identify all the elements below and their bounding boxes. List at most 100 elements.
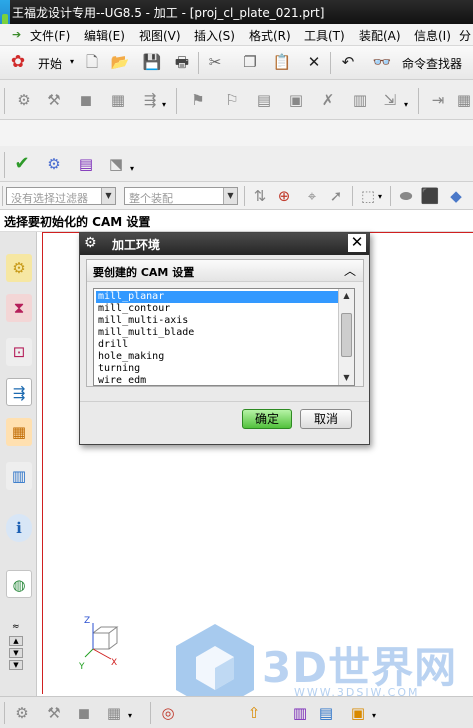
machine-tool-icon[interactable]: ⚙ [44,154,64,174]
list-item[interactable]: turning [96,363,338,375]
method-group-icon[interactable]: ▦ [104,703,124,723]
chevron-down-icon[interactable]: ▾ [378,192,382,201]
scroll-thumb[interactable] [341,313,352,357]
reuse-library-tab[interactable]: ▦ [6,418,32,446]
geometry-view-icon[interactable]: ⬔ [106,154,126,174]
assembly-navigator-tab[interactable]: ⇶ [6,378,32,406]
position-icon[interactable]: ⇧ [244,703,264,723]
chevron-down-icon[interactable]: ▾ [372,711,376,720]
menu-format[interactable]: 格式(R) [249,27,291,44]
roles-tab[interactable]: ▥ [6,462,32,490]
generate-path-icon[interactable]: ⚑ [188,90,208,110]
menu-information[interactable]: 信息(I) [414,27,451,44]
cube-view-icon[interactable]: ◆ [446,186,466,206]
create-operation-icon[interactable]: ⇶ [140,90,160,110]
verify-path-icon[interactable]: ▣ [286,90,306,110]
web-browser-tab[interactable]: ℹ [6,514,32,542]
gear-icon[interactable]: ⚙ [84,235,97,251]
command-finder-label: 命令查找器 [402,57,463,71]
menu-tools[interactable]: 工具(T) [304,27,345,44]
scope-combo[interactable]: 整个装配 ▼ [124,187,238,205]
rectangle-select-icon[interactable]: ⬚ [358,186,378,206]
scroll-end-icon[interactable]: ▼ [9,660,23,670]
list-item[interactable]: drill [96,339,338,351]
create-program-icon[interactable]: ⚙ [14,90,34,110]
machine-icon: ⧗ [13,299,25,317]
cut-icon[interactable]: ✂ [205,52,225,72]
chevron-down-icon[interactable]: ▾ [128,711,132,720]
print-icon[interactable]: 🖶 [172,52,192,72]
create-method-icon[interactable]: ▦ [108,90,128,110]
delete-path-icon[interactable]: ✗ [318,90,338,110]
menu-file[interactable]: 文件(F) [30,27,70,44]
machine-tool-navigator-tab[interactable]: ⧗ [6,294,32,322]
cancel-button[interactable]: 取消 [300,409,352,429]
list-item[interactable]: mill_contour [96,303,338,315]
display-icon[interactable]: ◎ [158,703,178,723]
postprocess-icon[interactable]: ▥ [350,90,370,110]
group-header[interactable]: 要创建的 CAM 设置 ︿ [87,260,363,282]
list-item[interactable]: wire_edm [96,375,338,385]
chevron-up-icon[interactable]: ︿ [341,262,359,280]
undo-icon[interactable]: ↶ [338,52,358,72]
type-filter-combo[interactable]: 没有选择过滤器 ▼ [6,187,116,205]
close-icon[interactable]: ✕ [348,234,366,252]
replay-path-icon[interactable]: ⚐ [222,90,242,110]
start-button[interactable]: ✿ 开始 ▾ [8,52,78,74]
pointer-icon[interactable]: ➚ [326,186,346,206]
menu-edit[interactable]: 编辑(E) [84,27,125,44]
list-item[interactable]: hole_making [96,351,338,363]
create-geometry-icon[interactable]: ◼ [76,90,96,110]
program-order-icon[interactable]: ▤ [76,154,96,174]
scroll-up-icon[interactable]: ▲ [9,636,23,646]
scroll-down-icon[interactable]: ▼ [9,648,23,658]
shop-doc-icon[interactable]: ⇲ [380,90,400,110]
chevron-down-icon[interactable]: ▾ [404,100,408,109]
table-icon[interactable]: ▦ [454,90,473,110]
list-item[interactable]: mill_multi_blade [96,327,338,339]
feature-icon[interactable]: ⇥ [428,90,448,110]
scroll-up-icon[interactable]: ▲ [339,289,354,303]
menu-insert[interactable]: 插入(S) [194,27,235,44]
command-finder-button[interactable]: 👓 命令查找器 [372,52,472,74]
selection-intent-icon[interactable]: ⊕ [274,186,294,206]
paste-icon[interactable]: 📋 [272,52,292,72]
save-icon[interactable]: 💾 [142,52,162,72]
scroll-down-icon[interactable]: ▼ [339,371,354,385]
part-navigator-tab[interactable]: ⊡ [6,338,32,366]
snap-point-icon[interactable]: ⌖ [302,186,322,206]
delete-icon[interactable]: ✕ [304,52,324,72]
menu-view[interactable]: 视图(V) [139,27,181,44]
chevron-down-icon[interactable]: ▾ [162,100,166,109]
list-item[interactable]: mill_planar [96,291,338,303]
history-tab[interactable]: ◍ [6,570,32,598]
chevron-down-icon[interactable]: ▾ [130,164,134,173]
wcs-triad: Z Y X [78,616,119,672]
tool-group-icon[interactable]: ⚒ [44,703,64,723]
list-path-icon[interactable]: ▤ [254,90,274,110]
checkmark-icon[interactable]: ✔ [12,154,32,174]
cam-setup-list[interactable]: mill_planar mill_contour mill_multi-axis… [93,288,355,386]
box-icon[interactable]: ▣ [348,703,368,723]
operation-navigator-icon: ⚙ [12,259,26,277]
general-selection-icon[interactable]: ⇅ [250,186,270,206]
menu-arrow-icon[interactable]: ➔ [12,28,21,41]
ok-button[interactable]: 确定 [242,409,292,429]
view-orient-icon[interactable]: ⬛ [420,186,440,206]
measure-icon[interactable]: ▥ [290,703,310,723]
collapse-icon[interactable]: ≈ [12,622,20,632]
create-tool-icon[interactable]: ⚒ [44,90,64,110]
geometry-group-icon[interactable]: ◼ [74,703,94,723]
shaded-view-icon[interactable]: ⬬ [396,186,416,206]
menu-analysis[interactable]: 分 [459,27,471,44]
menu-assembly[interactable]: 装配(A) [359,27,401,44]
program-group-icon[interactable]: ⚙ [12,703,32,723]
copy-icon[interactable]: ❐ [240,52,260,72]
list-item[interactable]: mill_multi-axis [96,315,338,327]
list-scrollbar[interactable]: ▲ ▼ [338,289,354,385]
new-file-icon[interactable]: 🗋 [82,52,102,72]
info-small-icon[interactable]: ▤ [316,703,336,723]
group-label: 要创建的 CAM 设置 [93,266,195,279]
open-folder-icon[interactable]: 📂 [110,52,130,72]
operation-navigator-tab[interactable]: ⚙ [6,254,32,282]
